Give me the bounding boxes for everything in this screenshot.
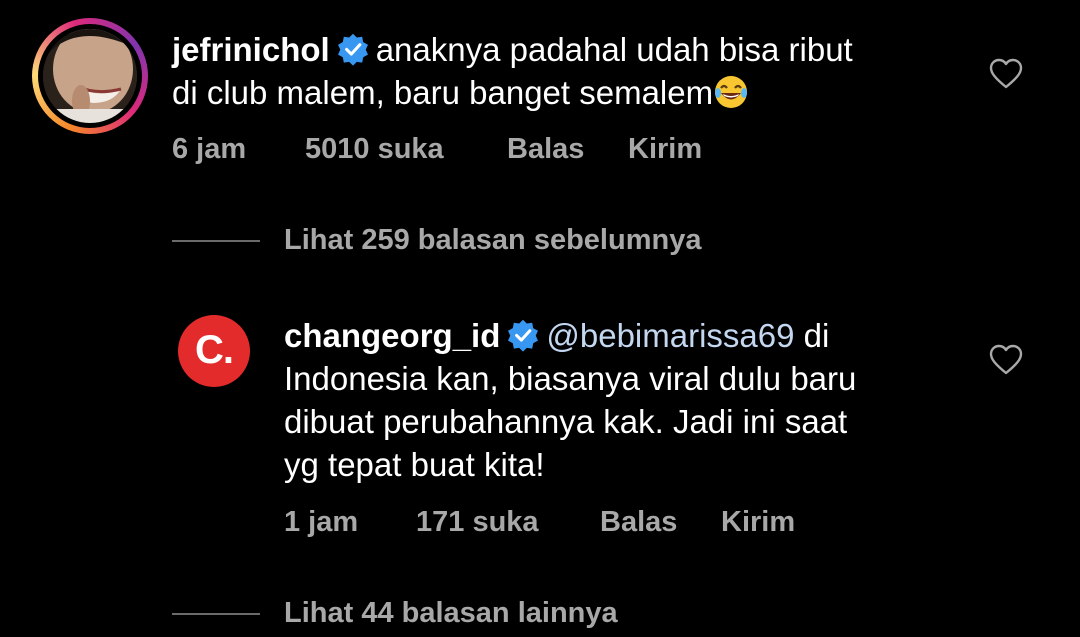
view-replies-label[interactable]: Lihat 259 balasan sebelumnya [284, 224, 701, 257]
logo-text: C. [195, 328, 234, 372]
avatar-photo-icon [43, 29, 137, 123]
comment-body-line2: Indonesia kan, biasanya viral dulu baru [284, 360, 857, 397]
verified-badge-icon [337, 33, 368, 66]
replies-divider [172, 239, 260, 242]
reply-button[interactable]: Balas [507, 133, 628, 166]
comment-body-line3: dibuat perubahannya kak. Jadi ini saat [284, 403, 848, 440]
tears-of-joy-emoji-icon [715, 76, 748, 108]
heart-icon[interactable] [989, 344, 1023, 376]
mention-link[interactable]: @bebimarissa69 [546, 317, 794, 354]
send-button[interactable]: Kirim [721, 506, 795, 539]
heart-icon[interactable] [989, 58, 1023, 90]
comment-text: jefrinichol anaknya padahal udah bisa rib… [172, 28, 972, 114]
replies-divider [172, 612, 260, 615]
user-photo-avatar [43, 29, 137, 123]
like-count[interactable]: 5010 suka [305, 133, 507, 166]
comment-body-line1: anaknya padahal udah bisa ribut [375, 31, 853, 68]
timestamp: 1 jam [284, 506, 359, 538]
timestamp: 6 jam [172, 133, 247, 165]
comment-meta: 6 jam 5010 suka Balas Kirim [172, 133, 702, 166]
comment-body-line2: di club malem, baru banget semalem [172, 74, 714, 111]
comment-changeorg-id: C. changeorg_id @bebimarissa69 di Indones… [0, 300, 1080, 560]
send-button[interactable]: Kirim [628, 133, 702, 166]
username[interactable]: changeorg_id [284, 317, 500, 354]
view-previous-replies[interactable]: Lihat 259 balasan sebelumnya [172, 224, 701, 257]
comment-jefrinichol: jefrinichol anaknya padahal udah bisa rib… [0, 0, 1080, 200]
comment-text: changeorg_id @bebimarissa69 di Indonesia … [284, 314, 984, 486]
view-more-replies[interactable]: Lihat 44 balasan lainnya [172, 597, 618, 630]
avatar-story-ring[interactable] [32, 18, 148, 134]
comment-body-line1: di [794, 317, 830, 354]
avatar-border [38, 24, 142, 128]
view-replies-label[interactable]: Lihat 44 balasan lainnya [284, 597, 618, 630]
username[interactable]: jefrinichol [172, 31, 330, 68]
verified-badge-icon [508, 319, 539, 352]
comment-meta: 1 jam 171 suka Balas Kirim [284, 506, 795, 539]
changeorg-logo-avatar[interactable]: C. [178, 315, 250, 387]
like-count[interactable]: 171 suka [416, 506, 600, 539]
reply-button[interactable]: Balas [600, 506, 721, 539]
comment-body-line4: yg tepat buat kita! [284, 446, 545, 483]
